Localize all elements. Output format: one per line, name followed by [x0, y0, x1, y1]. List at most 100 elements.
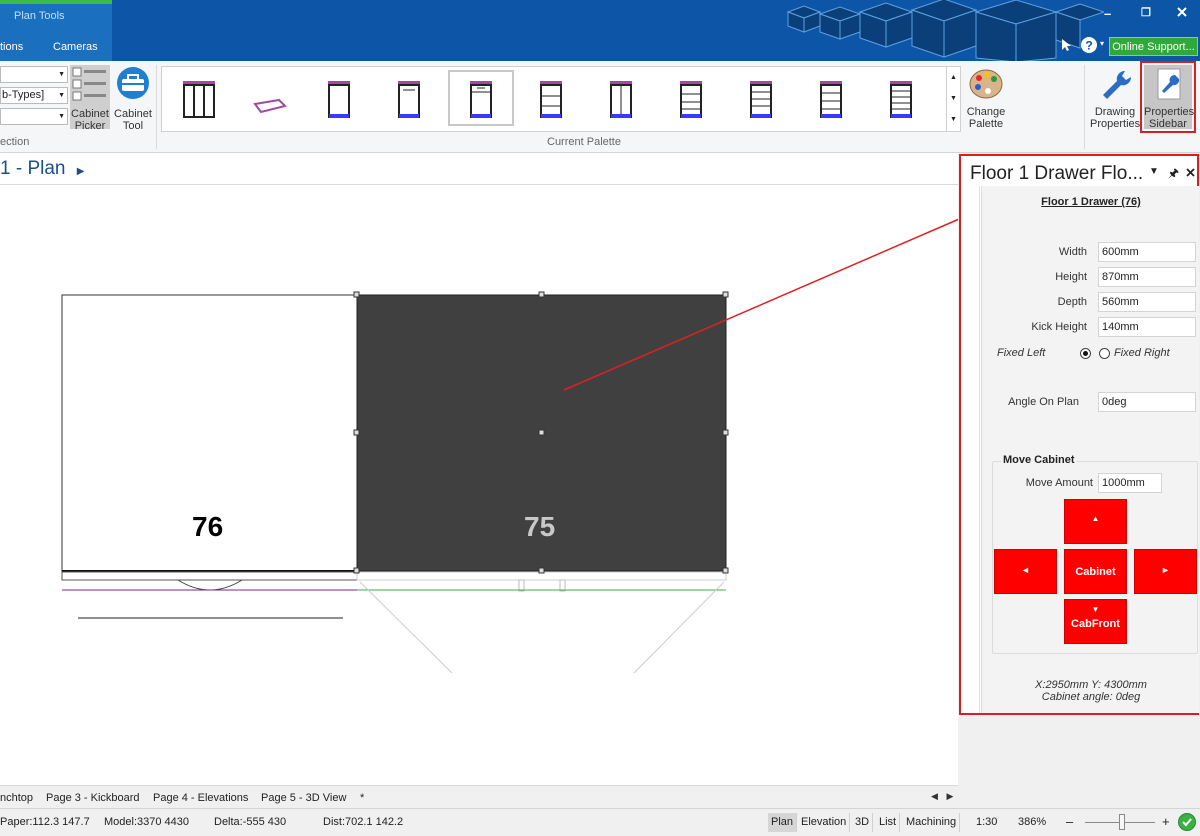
- view-machining-button[interactable]: Machining: [903, 813, 961, 832]
- change-palette-button[interactable]: Change Palette: [961, 65, 1011, 130]
- depth-input[interactable]: 560mm: [1098, 292, 1196, 312]
- drawer-cabinet-icon: [540, 81, 562, 118]
- zoom-out-button[interactable]: –: [1066, 814, 1073, 829]
- palette-item-selected-cabinet[interactable]: [448, 70, 514, 126]
- fixed-left-label: Fixed Left: [997, 347, 1046, 359]
- zoom-in-button[interactable]: +: [1162, 814, 1170, 829]
- chevron-right-icon[interactable]: ▶: [77, 166, 85, 177]
- scroll-up-icon[interactable]: ▲: [947, 67, 960, 88]
- move-up-button[interactable]: ▲: [1064, 499, 1127, 544]
- context-tab-strip: [0, 0, 112, 4]
- door-swing-arc: [177, 579, 243, 591]
- close-icon[interactable]: [1176, 6, 1188, 18]
- view-plan-button[interactable]: Plan: [768, 813, 798, 832]
- tab-page-elevations[interactable]: Page 4 - Elevations: [153, 792, 248, 804]
- move-amount-input[interactable]: 1000mm: [1098, 473, 1162, 493]
- page-tabs-nav: ◀ ▶: [931, 791, 953, 802]
- model-coords: Model:3370 4430: [104, 816, 190, 828]
- checkmark-icon: [1182, 818, 1192, 827]
- tab-page-kickboard[interactable]: Page 3 - Kickboard: [46, 792, 140, 804]
- tab-page-3d-view[interactable]: Page 5 - 3D View: [261, 792, 346, 804]
- close-icon[interactable]: [1186, 168, 1195, 177]
- selection-combo-2[interactable]: b-Types] ▼: [0, 87, 68, 104]
- fixed-left-radio[interactable]: [1080, 348, 1091, 359]
- palette-item-drawer-cabinet-2[interactable]: [518, 70, 584, 126]
- properties-sidebar-button[interactable]: Properties Sidebar: [1144, 65, 1195, 130]
- minimize-button[interactable]: –: [1104, 6, 1111, 21]
- status-bar: Paper:112.3 147.7 Model:3370 4430 Delta:…: [0, 808, 1200, 836]
- fixed-right-label: Fixed Right: [1114, 347, 1170, 359]
- tall-cabinet-icon: [183, 81, 215, 118]
- view-elevation-button[interactable]: Elevation: [798, 813, 851, 832]
- help-icons-group: ? ▾: [1060, 37, 1104, 56]
- drawing-properties-button[interactable]: Drawing Properties: [1090, 65, 1140, 130]
- move-left-button[interactable]: ◄: [994, 549, 1057, 594]
- kick-height-input[interactable]: 140mm: [1098, 317, 1196, 337]
- distance-readout: Dist:702.1 142.2: [323, 816, 404, 828]
- palette-item-drawer-cabinet-6[interactable]: [868, 70, 934, 126]
- fixed-right-radio[interactable]: [1099, 348, 1110, 359]
- cabinet-76-kick: [61, 571, 358, 581]
- width-input[interactable]: 600mm: [1098, 242, 1196, 262]
- palette-item-drawer-cabinet-3[interactable]: [658, 70, 724, 126]
- kickboard-icon: [253, 98, 287, 114]
- selection-combo-1[interactable]: ▼: [0, 66, 68, 83]
- cabinet-75-number: 75: [524, 511, 556, 542]
- palette-item-door-cabinet[interactable]: [588, 70, 654, 126]
- palette-group-label: Current Palette: [547, 136, 621, 148]
- palette-item-base-cabinet-1[interactable]: [306, 70, 372, 126]
- cabfront-button[interactable]: ▼ CabFront: [1064, 599, 1127, 644]
- palette-more-icon[interactable]: ▼: [947, 109, 960, 130]
- chevron-left-icon[interactable]: ◀: [931, 791, 938, 801]
- plan-drawing[interactable]: [0, 185, 958, 782]
- cabinet-button[interactable]: Cabinet: [1064, 549, 1127, 594]
- restore-button[interactable]: ❐: [1141, 6, 1151, 19]
- help-dropdown-icon[interactable]: ▾: [1100, 39, 1104, 48]
- cabinet-picker-button[interactable]: Cabinet Picker: [70, 65, 110, 132]
- ribbon-separator: [1084, 65, 1085, 149]
- zoom-slider-thumb[interactable]: [1119, 814, 1125, 830]
- svg-text:?: ?: [1085, 39, 1092, 53]
- properties-sidebar-label: Properties Sidebar: [1144, 106, 1195, 130]
- properties-sidebar: Floor 1 Drawer Flo... ▼ 🖈 Floor 1 Drawer…: [959, 154, 1199, 715]
- base-cabinet-icon: [398, 81, 420, 118]
- cabinet-76-number: 76: [192, 511, 224, 542]
- change-palette-label: Change Palette: [966, 106, 1006, 130]
- brand-cubes-graphic: [786, 0, 1104, 61]
- view-3d-button[interactable]: 3D: [852, 813, 874, 832]
- drawer-cabinet-icon: [680, 81, 702, 118]
- tab-page-benchtop[interactable]: nchtop: [0, 792, 33, 804]
- cabinet-picker-icon: [72, 67, 106, 101]
- cabinet-tool-label: Cabinet Tool: [114, 108, 152, 132]
- angle-input[interactable]: 0deg: [1098, 392, 1196, 412]
- tab-cameras[interactable]: Cameras: [53, 41, 98, 53]
- palette-item-drawer-cabinet-5[interactable]: [798, 70, 864, 126]
- ribbon-separator: [156, 65, 157, 149]
- pin-icon[interactable]: 🖈: [1168, 164, 1179, 185]
- palette-item-tall-cabinet[interactable]: [166, 70, 232, 126]
- tab-page-new[interactable]: *: [360, 792, 364, 804]
- scale-readout[interactable]: 1:30: [976, 816, 997, 828]
- scroll-down-icon[interactable]: ▼: [947, 88, 960, 109]
- move-cabinet-title: Move Cabinet: [1001, 454, 1077, 466]
- online-support-button[interactable]: Online Support...: [1109, 37, 1198, 56]
- help-icon[interactable]: ?: [1080, 36, 1098, 54]
- view-list-button[interactable]: List: [876, 813, 901, 832]
- drawer-cabinet-icon: [890, 81, 912, 118]
- palette-item-kickboard[interactable]: [236, 70, 302, 126]
- move-right-button[interactable]: ►: [1134, 549, 1197, 594]
- chevron-down-icon[interactable]: ▼: [1149, 166, 1159, 177]
- tab-options[interactable]: tions: [0, 41, 23, 53]
- palette-scroll: ▲ ▼ ▼: [946, 67, 960, 131]
- cabinet-header[interactable]: Floor 1 Drawer (76): [982, 196, 1200, 208]
- chevron-right-icon[interactable]: ▶: [946, 791, 953, 801]
- palette-item-drawer-cabinet-4[interactable]: [728, 70, 794, 126]
- plan-canvas[interactable]: 76 75: [0, 185, 958, 782]
- height-label: Height: [1055, 271, 1087, 283]
- selection-combo-3[interactable]: ▼: [0, 108, 68, 125]
- cabinet-tool-button[interactable]: Cabinet Tool: [112, 65, 154, 132]
- palette-item-base-cabinet-2[interactable]: [376, 70, 442, 126]
- height-input[interactable]: 870mm: [1098, 267, 1196, 287]
- drawer-cabinet-icon: [470, 81, 492, 118]
- pointer-help-icon[interactable]: [1060, 37, 1074, 53]
